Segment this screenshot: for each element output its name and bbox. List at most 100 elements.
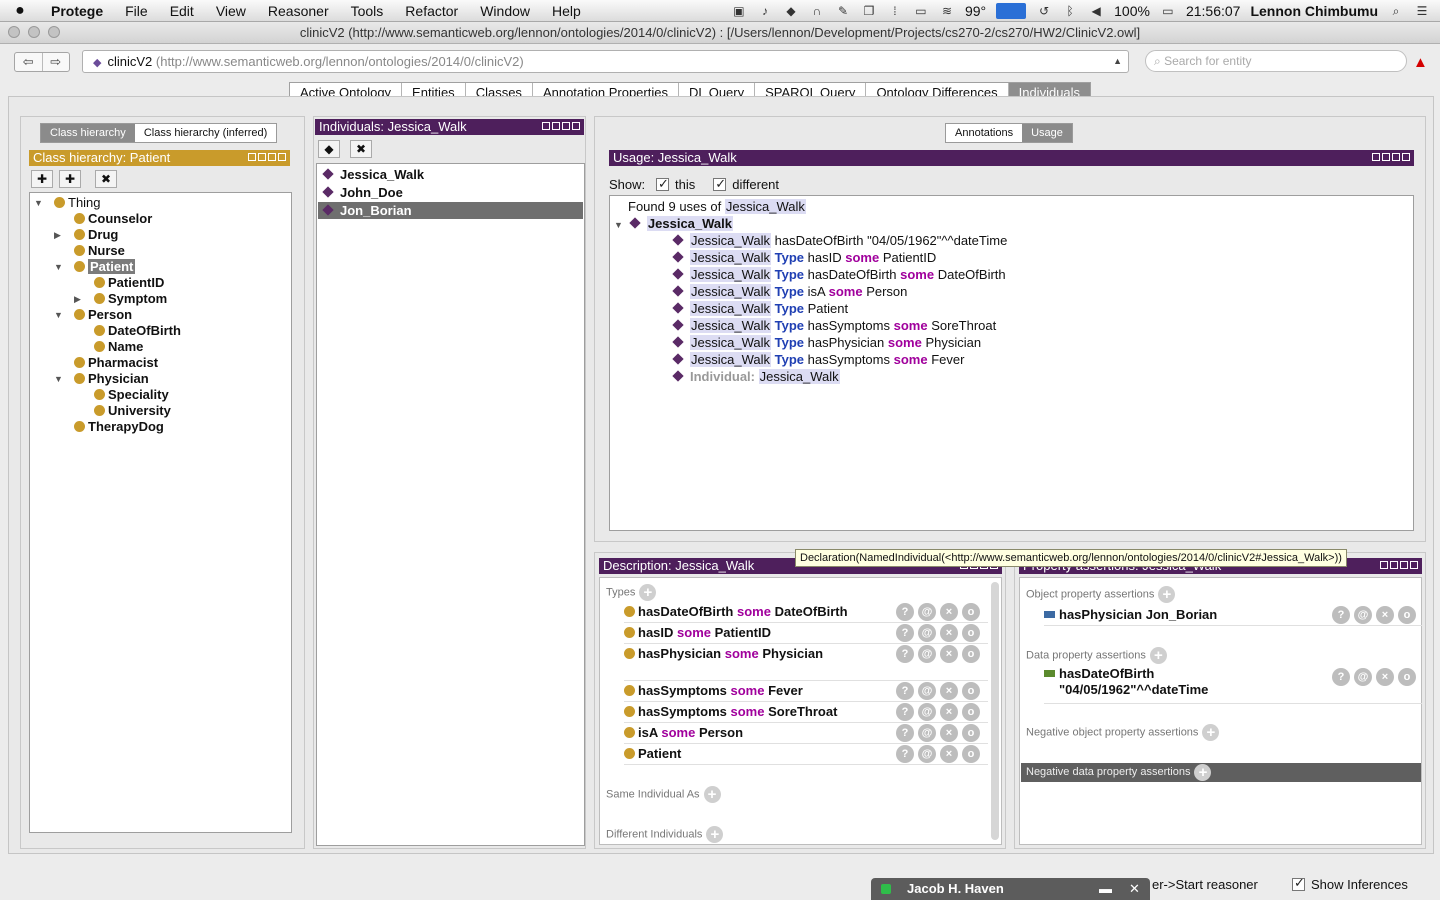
bell-icon[interactable]: ♪ xyxy=(757,4,773,18)
add-sibling-class-icon[interactable]: ✚ xyxy=(59,170,81,188)
usage-line[interactable]: Jessica_Walk Type hasSymptoms some Fever xyxy=(672,351,964,368)
class-tree-item[interactable]: ▼ Thing xyxy=(34,195,101,211)
usage-line[interactable]: Jessica_Walk hasDateOfBirth "04/05/1962"… xyxy=(672,232,1007,249)
app-menu[interactable]: Protege xyxy=(40,3,114,19)
menu-refactor[interactable]: Refactor xyxy=(394,3,469,19)
menu-tools[interactable]: Tools xyxy=(340,3,395,19)
close-chat-icon[interactable]: ✕ xyxy=(1129,878,1140,900)
tools-icon[interactable]: ✎ xyxy=(835,4,851,18)
explain-icon[interactable]: ? xyxy=(896,724,914,742)
class-tree-item[interactable]: PatientID xyxy=(94,275,164,291)
annotate-icon[interactable]: @ xyxy=(1354,606,1372,624)
explain-icon[interactable]: ? xyxy=(896,682,914,700)
tab-usage[interactable]: Usage xyxy=(1022,124,1072,142)
class-tree-item[interactable]: Speciality xyxy=(94,387,169,403)
search-input[interactable]: ⌕ Search for entity xyxy=(1145,50,1407,72)
screen-icon[interactable]: ▣ xyxy=(731,4,747,18)
collapse-toggle-icon[interactable]: ▼ xyxy=(614,220,623,230)
type-row[interactable]: hasPhysician some Physician? @ × o xyxy=(624,644,988,681)
forward-arrow-icon[interactable]: ⇨ xyxy=(43,53,70,71)
add-negative-data-property-icon[interactable]: + xyxy=(1194,763,1212,781)
class-tree-item[interactable]: DateOfBirth xyxy=(94,323,181,339)
add-different-individual-icon[interactable]: + xyxy=(706,826,724,843)
explain-icon[interactable]: ? xyxy=(896,624,914,642)
annotate-icon[interactable]: @ xyxy=(918,745,936,763)
annotate-icon[interactable]: @ xyxy=(918,603,936,621)
explain-icon[interactable]: ? xyxy=(1332,668,1350,686)
add-type-icon[interactable]: + xyxy=(639,584,657,601)
usage-root[interactable]: ▼ Jessica_Walk xyxy=(614,215,734,232)
battery-icon[interactable]: ▭ xyxy=(1160,4,1176,18)
menu-reasoner[interactable]: Reasoner xyxy=(257,3,340,19)
type-row[interactable]: hasID some PatientID? @ × o xyxy=(624,623,988,644)
explain-icon[interactable]: ? xyxy=(1332,606,1350,624)
class-tree-item[interactable]: University xyxy=(94,403,171,419)
edit-icon[interactable]: o xyxy=(962,724,980,742)
class-tree-item[interactable]: ▶ Drug xyxy=(54,227,118,243)
bluetooth-icon[interactable]: ᛒ xyxy=(1062,4,1078,18)
collapse-toggle-icon[interactable]: ▼ xyxy=(54,259,63,275)
delete-icon[interactable]: × xyxy=(940,603,958,621)
headphones-icon[interactable]: ∩ xyxy=(809,4,825,18)
class-tree-item[interactable]: Pharmacist xyxy=(74,355,158,371)
class-tree-item[interactable]: Nurse xyxy=(74,243,125,259)
expand-toggle-icon[interactable]: ▶ xyxy=(74,291,81,307)
view-controls[interactable] xyxy=(542,122,580,130)
usage-line[interactable]: Jessica_Walk Type hasID some PatientID xyxy=(672,249,936,266)
menu-view[interactable]: View xyxy=(205,3,257,19)
description-scrollbar[interactable] xyxy=(991,582,999,840)
minimize-chat-icon[interactable]: ▬ xyxy=(1099,878,1112,900)
type-row[interactable]: hasSymptoms some SoreThroat? @ × o xyxy=(624,702,988,723)
list-item[interactable]: Jessica_Walk xyxy=(318,166,583,183)
edit-icon[interactable]: o xyxy=(962,745,980,763)
list-item[interactable]: John_Doe xyxy=(318,184,583,201)
delete-icon[interactable]: × xyxy=(940,724,958,742)
add-subclass-icon[interactable]: ✚ xyxy=(31,170,53,188)
delete-individual-icon[interactable]: ✖ xyxy=(350,140,372,158)
usage-line[interactable]: Jessica_Walk Type Patient xyxy=(672,300,848,317)
list-item[interactable]: Jon_Borian xyxy=(318,202,583,219)
annotate-icon[interactable]: @ xyxy=(1354,668,1372,686)
expand-toggle-icon[interactable]: ▶ xyxy=(54,227,61,243)
explain-icon[interactable]: ? xyxy=(896,703,914,721)
show-different-checkbox[interactable] xyxy=(713,175,727,192)
delete-icon[interactable]: × xyxy=(940,745,958,763)
delete-icon[interactable]: × xyxy=(940,645,958,663)
menu-file[interactable]: File xyxy=(114,3,159,19)
usage-line[interactable]: Individual: Jessica_Walk xyxy=(672,368,840,385)
add-same-individual-icon[interactable]: + xyxy=(703,786,721,803)
volume-icon[interactable]: ◀ xyxy=(1088,4,1104,18)
notifications-icon[interactable]: ☰ xyxy=(1414,4,1430,18)
class-tree-item[interactable]: ▼ Person xyxy=(54,307,132,323)
class-tree-item[interactable]: ▶ Symptom xyxy=(74,291,167,307)
ontology-selector[interactable]: ◆ clinicV2 (http://www.semanticweb.org/le… xyxy=(82,50,1129,73)
dropbox-icon[interactable]: ◆ xyxy=(783,4,799,18)
edit-icon[interactable]: o xyxy=(962,682,980,700)
annotate-icon[interactable]: @ xyxy=(918,645,936,663)
window-icon[interactable]: ❐ xyxy=(861,4,877,18)
type-row[interactable]: hasDateOfBirth some DateOfBirth? @ × o xyxy=(624,602,988,623)
wifi-icon[interactable]: ≋ xyxy=(939,4,955,18)
usage-line[interactable]: Jessica_Walk Type hasSymptoms some SoreT… xyxy=(672,317,996,334)
tab-annotations[interactable]: Annotations xyxy=(946,124,1023,142)
dots-icon[interactable]: ⁞ xyxy=(887,4,903,18)
user-name[interactable]: Lennon Chimbumu xyxy=(1250,3,1378,19)
apple-icon[interactable]: ● xyxy=(0,2,40,20)
edit-icon[interactable]: o xyxy=(962,703,980,721)
annotate-icon[interactable]: @ xyxy=(918,703,936,721)
delete-icon[interactable]: × xyxy=(1376,668,1394,686)
class-tree-item[interactable]: ▼ Physician xyxy=(54,371,149,387)
view-controls[interactable] xyxy=(1380,561,1418,569)
annotate-icon[interactable]: @ xyxy=(918,724,936,742)
delete-icon[interactable]: × xyxy=(940,703,958,721)
explain-icon[interactable]: ? xyxy=(896,745,914,763)
edit-icon[interactable]: o xyxy=(962,603,980,621)
annotate-icon[interactable]: @ xyxy=(918,624,936,642)
clock[interactable]: 21:56:07 xyxy=(1186,3,1241,19)
delete-icon[interactable]: × xyxy=(940,682,958,700)
edit-icon[interactable]: o xyxy=(1398,668,1416,686)
add-data-property-icon[interactable]: + xyxy=(1149,647,1167,664)
data-property-row[interactable]: hasDateOfBirth "04/05/1962"^^dateTime ? @… xyxy=(1044,666,1422,704)
chat-window-bar[interactable]: Jacob H. Haven ▬ ✕ xyxy=(871,878,1150,900)
show-inferences-toggle[interactable]: Show Inferences xyxy=(1292,875,1408,892)
